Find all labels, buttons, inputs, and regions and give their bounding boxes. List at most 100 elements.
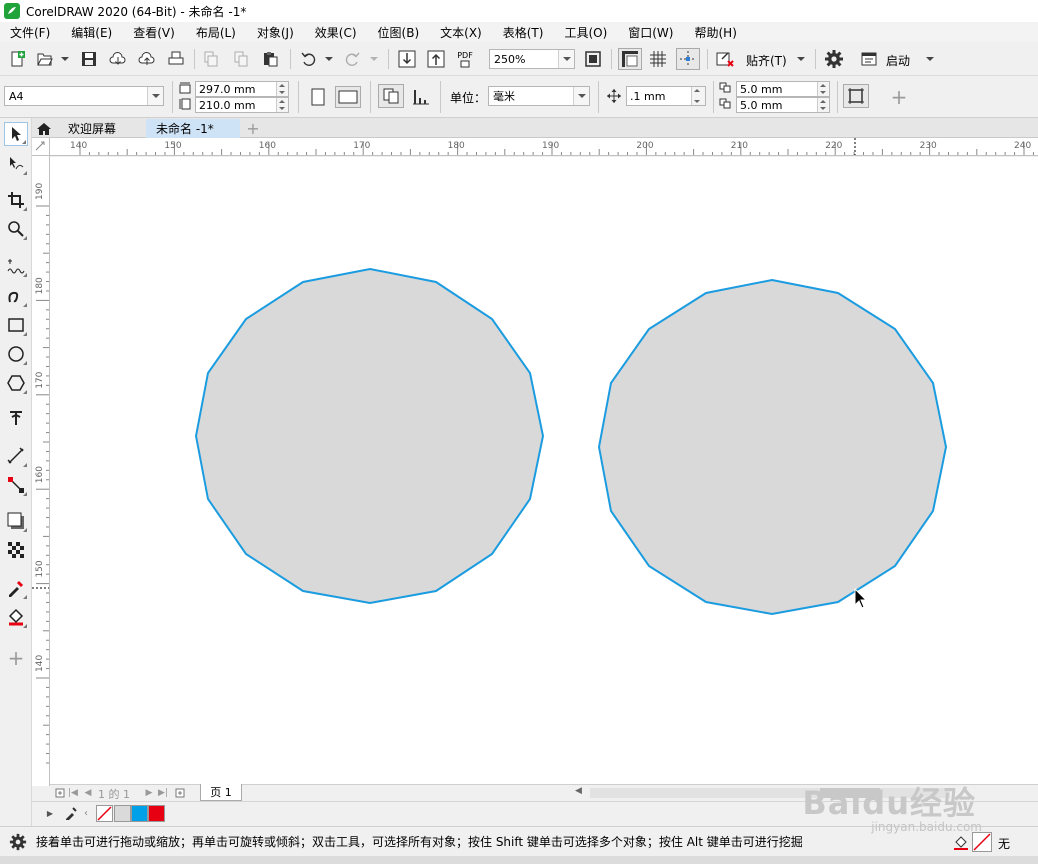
- chevron-down-icon[interactable]: [573, 87, 589, 105]
- show-guidelines-icon[interactable]: [676, 48, 700, 70]
- color-swatch[interactable]: [114, 805, 131, 822]
- chevron-down-icon[interactable]: [147, 87, 163, 105]
- application-launcher-icon[interactable]: [860, 50, 878, 68]
- launch-dropdown-icon[interactable]: [926, 57, 934, 61]
- snap-dropdown-icon[interactable]: [797, 57, 805, 61]
- export-icon[interactable]: [426, 49, 446, 69]
- palette-eyedropper-icon[interactable]: [64, 805, 78, 821]
- import-icon[interactable]: [397, 49, 417, 69]
- no-fill-swatch[interactable]: [96, 805, 113, 822]
- add-page-after-icon[interactable]: [174, 787, 186, 799]
- menu-text[interactable]: 文本(X): [430, 24, 493, 41]
- pick-tool-icon[interactable]: [4, 122, 28, 146]
- page-width-stepper[interactable]: [276, 82, 288, 96]
- duplicate-x-stepper[interactable]: [817, 82, 829, 96]
- new-document-icon[interactable]: [8, 50, 26, 68]
- menu-edit[interactable]: 编辑(E): [61, 24, 123, 41]
- zoom-tool-icon[interactable]: [4, 217, 28, 241]
- home-icon[interactable]: [32, 119, 56, 138]
- zoom-level-select[interactable]: 250%: [489, 49, 575, 69]
- cloud-upload-icon[interactable]: [137, 50, 157, 68]
- nudge-distance-stepper[interactable]: [691, 87, 705, 105]
- snap-off-icon[interactable]: [714, 49, 736, 69]
- print-icon[interactable]: [166, 50, 186, 68]
- copy-icon[interactable]: [232, 50, 250, 68]
- text-tool-icon[interactable]: [4, 406, 28, 430]
- show-rulers-icon[interactable]: [618, 48, 642, 70]
- show-grid-icon[interactable]: [648, 49, 668, 69]
- add-tool-plus-icon[interactable]: +: [4, 646, 28, 670]
- horizontal-ruler[interactable]: 140 150 160 170 180 190 200 210 220 230 240: [32, 138, 1038, 156]
- rectangle-tool-icon[interactable]: [4, 313, 28, 337]
- add-page-before-icon[interactable]: [54, 787, 66, 799]
- menu-tools[interactable]: 工具(O): [554, 24, 618, 41]
- page-border-icon[interactable]: [843, 84, 869, 108]
- current-page-icon[interactable]: [410, 86, 432, 108]
- color-eyedropper-tool-icon[interactable]: [4, 576, 28, 600]
- status-settings-gear-icon[interactable]: [8, 833, 28, 851]
- drop-shadow-tool-icon[interactable]: [4, 509, 28, 533]
- ruler-origin-corner[interactable]: [32, 138, 50, 156]
- chevron-down-icon[interactable]: [558, 50, 574, 68]
- page-height-field[interactable]: 210.0 mm: [195, 97, 289, 113]
- menu-layout[interactable]: 布局(L): [186, 24, 247, 41]
- crop-tool-icon[interactable]: [4, 188, 28, 212]
- tab-untitled-1[interactable]: 未命名 -1*: [146, 119, 240, 138]
- launch-menu[interactable]: 启动: [886, 52, 910, 69]
- all-pages-icon[interactable]: [378, 84, 404, 108]
- drawing-canvas[interactable]: [50, 157, 1038, 785]
- tab-welcome-screen[interactable]: 欢迎屏幕: [68, 119, 144, 138]
- cloud-download-icon[interactable]: [108, 50, 128, 68]
- undo-dropdown-icon[interactable]: [325, 57, 333, 61]
- options-gear-icon[interactable]: [823, 49, 845, 69]
- interactive-fill-tool-icon[interactable]: [4, 605, 28, 629]
- landscape-orientation-icon[interactable]: [335, 86, 361, 108]
- page-1-tab[interactable]: 页 1: [200, 784, 242, 801]
- full-screen-preview-icon[interactable]: [583, 49, 603, 69]
- palette-flyout-icon[interactable]: ▶: [46, 807, 54, 819]
- paste-icon[interactable]: [261, 50, 279, 68]
- duplicate-distance-x-field[interactable]: 5.0 mm: [736, 81, 830, 97]
- palette-scroll-left-icon[interactable]: ‹: [82, 807, 90, 819]
- page-width-field[interactable]: 297.0 mm: [195, 81, 289, 97]
- menu-table[interactable]: 表格(T): [493, 24, 555, 41]
- transparency-tool-icon[interactable]: [4, 538, 28, 562]
- polygon-shape-left[interactable]: [194, 267, 545, 605]
- polygon-tool-icon[interactable]: [4, 371, 28, 395]
- color-swatch[interactable]: [131, 805, 148, 822]
- first-page-icon[interactable]: |◀: [68, 787, 78, 799]
- add-to-toolbar-plus-icon[interactable]: +: [888, 85, 910, 109]
- ellipse-tool-icon[interactable]: [4, 342, 28, 366]
- polygon-shape-right[interactable]: [597, 278, 948, 616]
- scroll-left-icon[interactable]: ◀: [575, 786, 587, 800]
- menu-bitmaps[interactable]: 位图(B): [368, 24, 431, 41]
- color-swatch[interactable]: [148, 805, 165, 822]
- page-height-stepper[interactable]: [276, 98, 288, 112]
- previous-page-icon[interactable]: ◀: [83, 787, 93, 799]
- open-dropdown-icon[interactable]: [61, 57, 69, 61]
- menu-window[interactable]: 窗口(W): [618, 24, 684, 41]
- shape-tool-icon[interactable]: [4, 152, 28, 176]
- new-tab-plus-icon[interactable]: +: [244, 119, 262, 138]
- menu-file[interactable]: 文件(F): [0, 24, 61, 41]
- next-page-icon[interactable]: ▶: [144, 787, 154, 799]
- portrait-orientation-icon[interactable]: [308, 86, 328, 108]
- cut-icon[interactable]: [202, 50, 220, 68]
- nudge-distance-field[interactable]: .1 mm: [626, 86, 706, 106]
- menu-object[interactable]: 对象(J): [247, 24, 305, 41]
- units-select[interactable]: 毫米: [488, 86, 590, 106]
- redo-icon[interactable]: [343, 50, 361, 68]
- vertical-ruler[interactable]: 190 180 170 160 150 140: [32, 156, 50, 786]
- duplicate-y-stepper[interactable]: [817, 98, 829, 112]
- last-page-icon[interactable]: ▶|: [158, 787, 168, 799]
- publish-pdf-icon[interactable]: PDF: [454, 48, 476, 70]
- page-size-select[interactable]: A4: [4, 86, 164, 106]
- menu-effects[interactable]: 效果(C): [305, 24, 368, 41]
- fill-indicator-icon[interactable]: [952, 833, 970, 851]
- redo-dropdown-icon[interactable]: [370, 57, 378, 61]
- save-icon[interactable]: [80, 50, 98, 68]
- outline-none-swatch[interactable]: [972, 832, 992, 852]
- menu-view[interactable]: 查看(V): [123, 24, 186, 41]
- freehand-tool-icon[interactable]: [4, 254, 28, 278]
- duplicate-distance-y-field[interactable]: 5.0 mm: [736, 97, 830, 113]
